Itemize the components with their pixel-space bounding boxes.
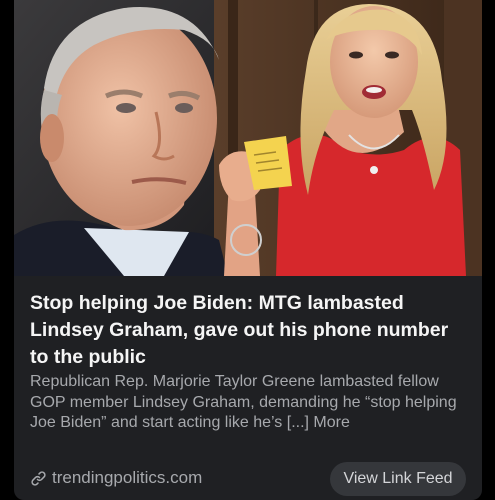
source-link[interactable]: trendingpolitics.com	[30, 468, 202, 488]
article-thumbnail[interactable]	[14, 0, 482, 276]
view-link-feed-button[interactable]: View Link Feed	[330, 462, 466, 496]
article-description[interactable]: Republican Rep. Marjorie Taylor Greene l…	[30, 372, 474, 434]
article-title[interactable]: Stop helping Joe Biden: MTG lambasted Li…	[30, 290, 470, 371]
link-icon	[31, 470, 46, 486]
link-preview-card[interactable]: Stop helping Joe Biden: MTG lambasted Li…	[14, 0, 482, 500]
source-domain: trendingpolitics.com	[52, 468, 203, 487]
article-thumbnail-image	[14, 0, 482, 276]
